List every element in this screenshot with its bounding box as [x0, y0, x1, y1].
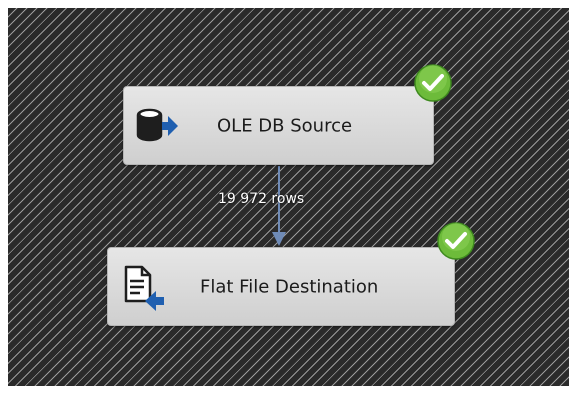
flat-file-destination-icon	[124, 265, 164, 311]
success-check-icon	[437, 222, 475, 260]
data-flow-canvas[interactable]: 19 972 rows OLE DB Source Flat File Dest…	[8, 8, 569, 386]
rows-count-label: 19 972 rows	[218, 191, 305, 207]
database-source-icon	[136, 108, 178, 141]
ole-db-source-label: OLE DB Source	[217, 115, 353, 136]
flat-file-destination-label: Flat File Destination	[200, 276, 379, 297]
path-arrowhead	[272, 232, 286, 246]
ole-db-source-node[interactable]: OLE DB Source	[123, 86, 434, 165]
flat-file-destination-node[interactable]: Flat File Destination	[107, 247, 455, 326]
success-check-icon	[414, 64, 452, 102]
